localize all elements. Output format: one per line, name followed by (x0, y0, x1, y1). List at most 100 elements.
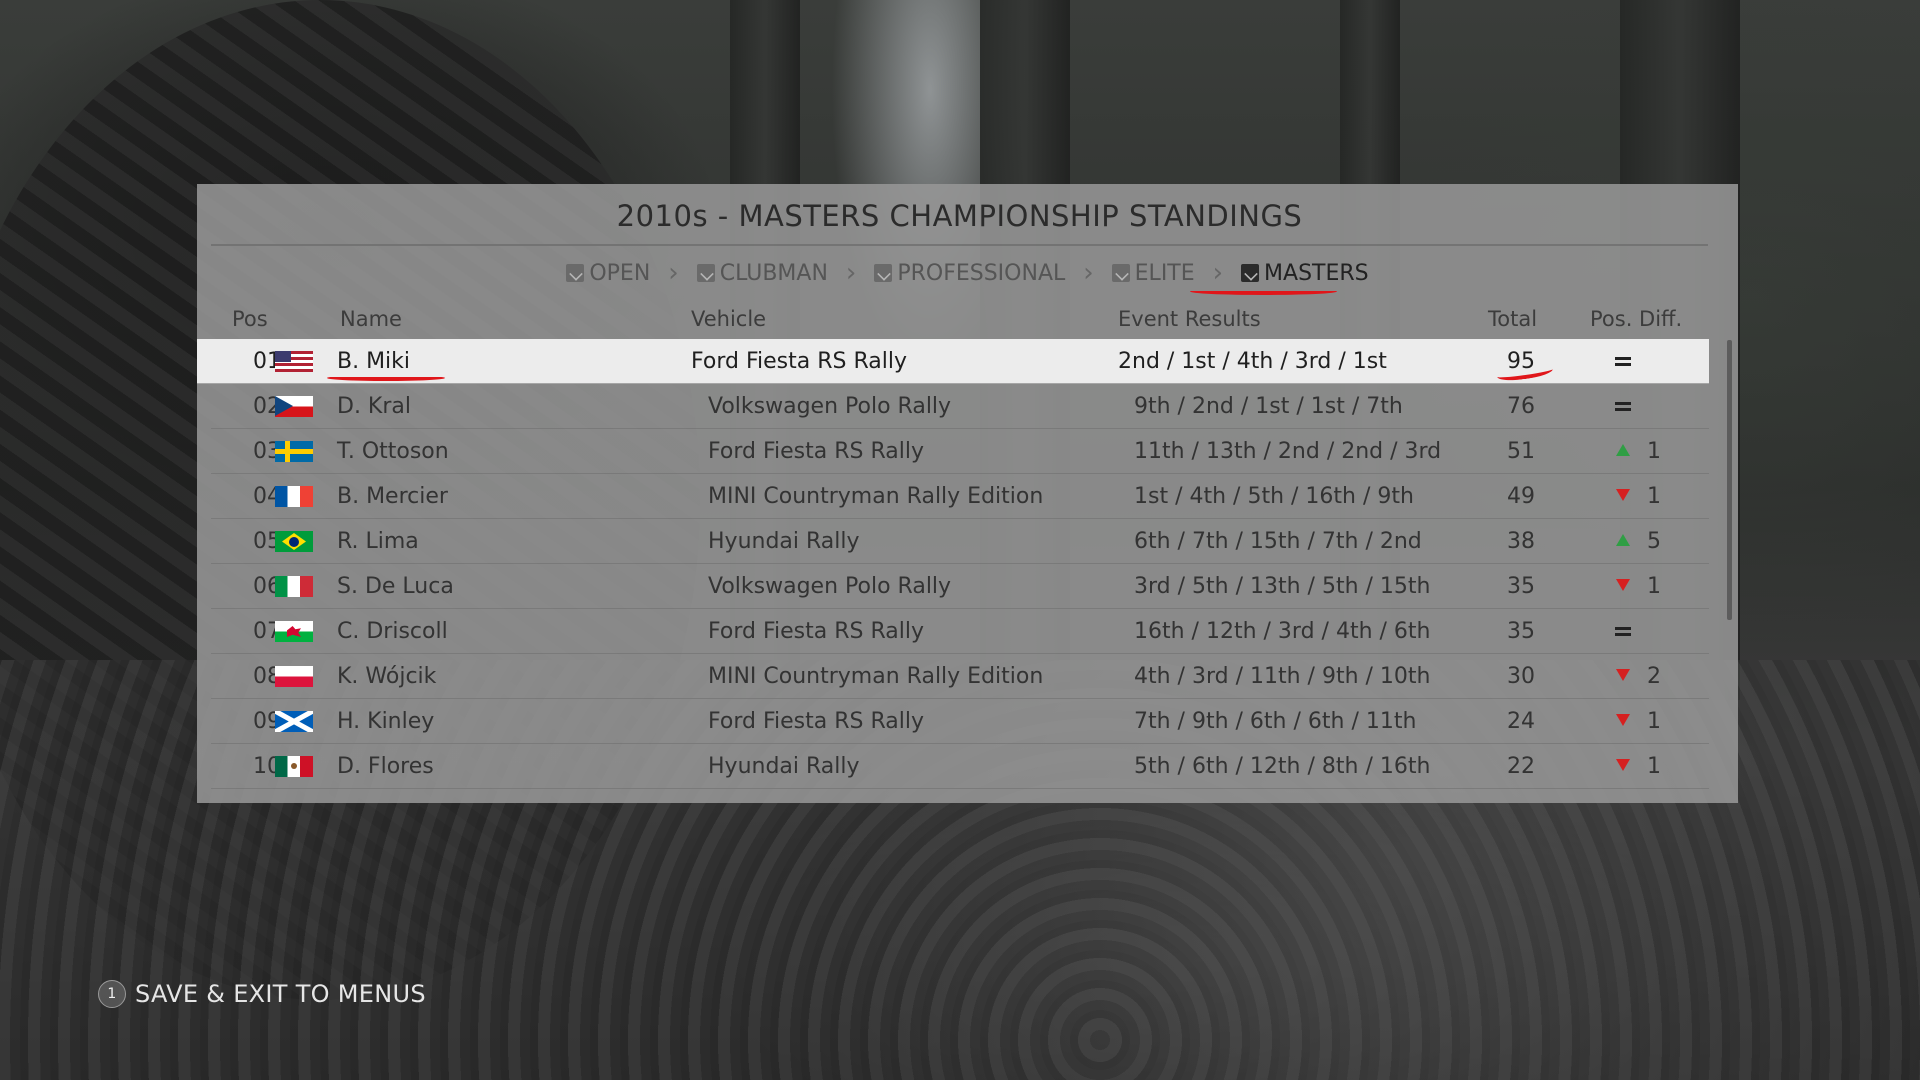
table-row[interactable]: 08 K. Wójcik MINI Countryman Rally Editi… (211, 654, 1709, 699)
tier-elite-icon (1111, 264, 1130, 282)
tier-professional[interactable]: PROFESSIONAL (874, 261, 1065, 286)
row-event-results: 9th / 2nd / 1st / 1st / 7th (1134, 394, 1403, 419)
tier-masters[interactable]: MASTERS (1241, 261, 1369, 286)
row-total: 49 (1507, 484, 1535, 509)
table-row[interactable]: 03 T. Ottoson Ford Fiesta RS Rally 11th … (211, 429, 1709, 474)
sweden-flag-icon (275, 441, 313, 462)
chevron-right-icon: › (1083, 258, 1094, 288)
row-driver-name: B. Miki (337, 349, 411, 374)
row-pos-change: 1 (1647, 574, 1661, 599)
row-total: 22 (1507, 754, 1535, 779)
row-vehicle: MINI Countryman Rally Edition (708, 664, 1044, 689)
tier-open-label: OPEN (589, 260, 651, 286)
wales-flag-icon (275, 621, 313, 642)
row-driver-name: D. Flores (337, 754, 434, 779)
tier-open[interactable]: OPEN (566, 261, 650, 286)
row-event-results: 1st / 4th / 5th / 16th / 9th (1134, 484, 1414, 509)
header-name: Name (340, 307, 402, 331)
tier-open-icon (566, 264, 585, 282)
row-event-results: 5th / 6th / 12th / 8th / 16th (1134, 754, 1431, 779)
czech-flag-icon (275, 396, 313, 417)
chevron-right-icon: › (845, 258, 857, 288)
row-event-results: 2nd / 1st / 4th / 3rd / 1st (1118, 349, 1387, 374)
tier-clubman[interactable]: CLUBMAN (696, 260, 828, 286)
tier-professional-icon (874, 264, 893, 282)
row-event-results: 7th / 9th / 6th / 6th / 11th (1134, 709, 1417, 734)
row-vehicle: Ford Fiesta RS Rally (708, 709, 924, 734)
header-pos: Pos (232, 307, 268, 331)
table-header: Pos Name Vehicle Event Results Total Pos… (197, 302, 1738, 336)
table-row[interactable]: 02 D. Kral Volkswagen Polo Rally 9th / 2… (211, 384, 1709, 429)
brazil-flag-icon (275, 531, 313, 552)
controller-button-icon: 1 (98, 980, 126, 1008)
equal-icon (1613, 347, 1633, 371)
row-pos-change: 1 (1647, 709, 1661, 734)
row-driver-name: T. Ottoson (337, 439, 449, 464)
header-vehicle: Vehicle (691, 307, 767, 331)
row-total: 35 (1507, 619, 1535, 644)
arrow-down-icon (1613, 482, 1633, 506)
header-event-results: Event Results (1118, 307, 1261, 331)
equal-icon (1613, 392, 1633, 416)
row-vehicle: Hyundai Rally (708, 754, 860, 779)
row-vehicle: Ford Fiesta RS Rally (708, 619, 924, 644)
row-pos-change: 1 (1647, 754, 1661, 779)
header-total: Total (1488, 307, 1538, 331)
row-driver-name: S. De Luca (337, 574, 454, 599)
row-vehicle: Volkswagen Polo Rally (708, 394, 952, 419)
row-event-results: 11th / 13th / 2nd / 2nd / 3rd (1134, 439, 1442, 464)
annotation-underline-masters (1190, 288, 1337, 295)
row-driver-name: K. Wójcik (337, 664, 437, 689)
row-total: 76 (1507, 394, 1535, 419)
row-driver-name: B. Mercier (337, 484, 448, 509)
tier-clubman-label: CLUBMAN (719, 260, 828, 286)
row-vehicle: Hyundai Rally (708, 529, 860, 554)
row-pos-change: 1 (1647, 439, 1661, 464)
standings-table: 01 B. Miki Ford Fiesta RS Rally 2nd / 1s… (197, 339, 1709, 789)
table-row[interactable]: 05 R. Lima Hyundai Rally 6th / 7th / 15t… (211, 519, 1709, 564)
row-vehicle: MINI Countryman Rally Edition (708, 484, 1044, 509)
italy-flag-icon (275, 576, 313, 597)
row-event-results: 4th / 3rd / 11th / 9th / 10th (1134, 664, 1431, 689)
arrow-up-icon (1613, 527, 1633, 551)
row-vehicle: Volkswagen Polo Rally (708, 574, 952, 599)
header-pos-diff: Pos. Diff. (1590, 307, 1683, 331)
tier-breadcrumb: OPEN › CLUBMAN › PROFESSIONAL › ELITE › … (197, 256, 1738, 290)
tier-professional-label: PROFESSIONAL (897, 260, 1066, 286)
table-row[interactable]: 06 S. De Luca Volkswagen Polo Rally 3rd … (211, 564, 1709, 609)
tier-elite[interactable]: ELITE (1111, 260, 1195, 286)
row-vehicle: Ford Fiesta RS Rally (691, 349, 907, 374)
tier-masters-label: MASTERS (1264, 260, 1369, 286)
us-flag-icon (275, 351, 313, 372)
france-flag-icon (275, 486, 313, 507)
equal-icon (1613, 617, 1633, 641)
row-event-results: 3rd / 5th / 13th / 5th / 15th (1134, 574, 1431, 599)
table-row[interactable]: 07 C. Driscoll Ford Fiesta RS Rally 16th… (211, 609, 1709, 654)
table-row[interactable]: 04 B. Mercier MINI Countryman Rally Edit… (211, 474, 1709, 519)
save-exit-label: SAVE & EXIT TO MENUS (135, 980, 426, 1008)
save-exit-prompt[interactable]: 1 SAVE & EXIT TO MENUS (98, 980, 426, 1008)
poland-flag-icon (275, 666, 313, 687)
row-pos-change: 1 (1647, 484, 1661, 509)
annotation-underline-name (327, 375, 445, 381)
chevron-right-icon: › (668, 258, 679, 288)
row-total: 24 (1507, 709, 1535, 734)
arrow-down-icon (1613, 752, 1633, 776)
tier-elite-label: ELITE (1134, 260, 1195, 286)
page-title: 2010s - MASTERS CHAMPIONSHIP STANDINGS (211, 196, 1708, 246)
arrow-up-icon (1613, 437, 1633, 461)
arrow-down-icon (1613, 662, 1633, 686)
row-pos-change: 2 (1647, 664, 1661, 689)
table-row[interactable]: 09 H. Kinley Ford Fiesta RS Rally 7th / … (211, 699, 1709, 744)
standings-scrollbar[interactable] (1727, 340, 1732, 620)
row-total: 51 (1507, 439, 1535, 464)
arrow-down-icon (1613, 572, 1633, 596)
row-pos-change: 5 (1647, 529, 1661, 554)
table-row[interactable]: 10 D. Flores Hyundai Rally 5th / 6th / 1… (211, 744, 1709, 789)
row-total: 35 (1507, 574, 1535, 599)
row-vehicle: Ford Fiesta RS Rally (708, 439, 924, 464)
row-driver-name: R. Lima (337, 529, 419, 554)
mexico-flag-icon (275, 756, 313, 777)
row-event-results: 16th / 12th / 3rd / 4th / 6th (1134, 619, 1431, 644)
table-row[interactable]: 01 B. Miki Ford Fiesta RS Rally 2nd / 1s… (197, 339, 1709, 384)
